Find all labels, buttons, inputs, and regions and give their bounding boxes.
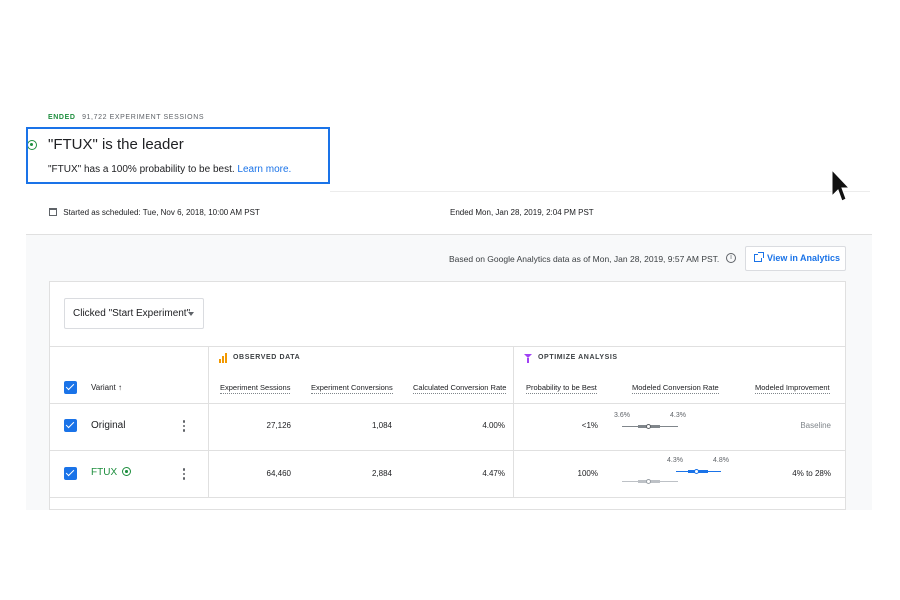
ci-bar-original	[622, 424, 678, 429]
col-experiment-sessions[interactable]: Experiment Sessions	[220, 383, 291, 394]
select-all-checkbox[interactable]	[64, 381, 77, 394]
more-options-icon[interactable]	[180, 420, 188, 434]
started-label: Started as scheduled:	[63, 208, 141, 217]
dropdown-caret-icon	[188, 312, 194, 316]
view-in-analytics-button[interactable]: View in Analytics	[745, 246, 846, 271]
learn-more-link[interactable]: Learn more.	[237, 164, 291, 175]
winner-icon	[122, 467, 132, 476]
conversions-ftux: 2,884	[371, 469, 392, 478]
objective-selected-value: Clicked "Start Experiment"	[73, 308, 191, 319]
info-icon[interactable]: i	[726, 253, 736, 263]
variant-name-ftux: FTUX	[91, 467, 132, 478]
sort-ascending-icon: ↑	[118, 383, 122, 392]
row-divider	[49, 450, 846, 451]
calendar-icon	[49, 208, 57, 216]
header-bottom-border	[49, 403, 846, 404]
ci-bar-ftux	[676, 469, 721, 474]
divider	[330, 191, 870, 192]
ci-high-ftux: 4.8%	[713, 457, 729, 464]
row-divider	[49, 497, 846, 498]
optimize-analysis-label: OPTIMIZE ANALYSIS	[538, 354, 618, 361]
col-probability-best[interactable]: Probability to be Best	[526, 383, 597, 394]
leader-subtitle: "FTUX" has a 100% probability to be best…	[48, 164, 291, 175]
ci-bar-baseline-ref	[622, 479, 678, 484]
page: ENDED 91,722 EXPERIMENT SESSIONS "FTUX" …	[0, 0, 900, 600]
observed-data-icon	[219, 353, 228, 363]
ci-low-ftux: 4.3%	[667, 457, 683, 464]
col-calculated-conversion-rate[interactable]: Calculated Conversion Rate	[413, 383, 507, 394]
ended-label: Ended	[450, 208, 474, 217]
ended-value: Mon, Jan 28, 2019, 2:04 PM PST	[475, 208, 594, 217]
sessions-original: 27,126	[266, 421, 291, 430]
analytics-based-on-text: Based on Google Analytics data as of Mon…	[449, 254, 720, 264]
optimize-analysis-icon	[524, 354, 532, 363]
variant-header-label: Variant	[91, 383, 116, 392]
table-top-border	[49, 346, 846, 347]
variant-name-original: Original	[91, 420, 126, 431]
observed-data-label: OBSERVED DATA	[233, 354, 301, 361]
mouse-pointer-icon	[831, 168, 848, 202]
col-modeled-improvement[interactable]: Modeled Improvement	[755, 383, 830, 394]
experiment-status-line: ENDED 91,722 EXPERIMENT SESSIONS	[48, 114, 204, 121]
column-divider	[513, 346, 514, 498]
leader-title: "FTUX" is the leader	[48, 136, 184, 153]
status-ended-label: ENDED	[48, 114, 76, 121]
sessions-ftux: 64,460	[266, 469, 291, 478]
view-in-analytics-label: View in Analytics	[767, 253, 841, 263]
rate-ftux: 4.47%	[482, 469, 505, 478]
improvement-original: Baseline	[800, 421, 831, 430]
col-experiment-conversions[interactable]: Experiment Conversions	[311, 383, 393, 394]
row-checkbox-ftux[interactable]	[64, 467, 77, 480]
ci-low-original: 3.6%	[614, 412, 630, 419]
leader-probability-text: "FTUX" has a 100% probability to be best…	[48, 164, 235, 175]
started-value: Tue, Nov 6, 2018, 10:00 AM PST	[142, 208, 260, 217]
sessions-count-label: 91,722 EXPERIMENT SESSIONS	[82, 114, 205, 121]
prob-ftux: 100%	[577, 469, 598, 478]
row-checkbox-original[interactable]	[64, 419, 77, 432]
column-divider	[208, 346, 209, 498]
col-modeled-conversion-rate[interactable]: Modeled Conversion Rate	[632, 383, 719, 394]
improvement-ftux: 4% to 28%	[792, 469, 831, 478]
ci-high-original: 4.3%	[670, 412, 686, 419]
variant-label-ftux: FTUX	[91, 467, 118, 478]
open-external-icon	[754, 252, 764, 262]
conversions-original: 1,084	[371, 421, 392, 430]
prob-original: <1%	[581, 421, 598, 430]
ended-info: Ended Mon, Jan 28, 2019, 2:04 PM PST	[450, 208, 594, 217]
more-options-icon[interactable]	[180, 468, 188, 482]
rate-original: 4.00%	[482, 421, 505, 430]
started-info: Started as scheduled: Tue, Nov 6, 2018, …	[49, 208, 260, 217]
objective-dropdown[interactable]: Clicked "Start Experiment"	[64, 298, 204, 329]
variant-column-header[interactable]: Variant ↑	[91, 383, 122, 392]
